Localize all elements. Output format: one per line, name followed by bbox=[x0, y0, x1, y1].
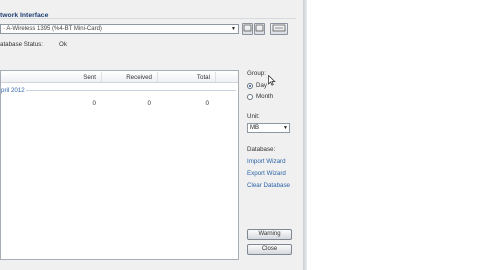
mouse-cursor-icon bbox=[268, 74, 276, 88]
unit-select[interactable]: MB ▼ bbox=[247, 123, 290, 133]
cell-sent: 0 bbox=[92, 100, 96, 107]
window-icon bbox=[255, 24, 264, 32]
database-label: Database: bbox=[247, 146, 276, 153]
group-label: Group: bbox=[247, 70, 266, 77]
column-separator bbox=[101, 72, 102, 82]
window-edge-scrollbar[interactable] bbox=[303, 0, 307, 270]
group-month-radio[interactable] bbox=[247, 94, 253, 100]
group-month-label[interactable]: Month bbox=[256, 93, 273, 100]
chevron-down-icon: ▼ bbox=[231, 26, 236, 32]
column-separator bbox=[215, 72, 216, 82]
clear-database-link[interactable]: Clear Database bbox=[247, 182, 290, 189]
close-button[interactable]: Close bbox=[247, 244, 292, 255]
usage-table: Sent Received Total pril 2012 0 0 0 bbox=[0, 70, 239, 260]
cell-received: 0 bbox=[147, 100, 151, 107]
database-status-label: atabase Status: bbox=[0, 41, 43, 48]
warning-button[interactable]: Warning bbox=[247, 229, 292, 240]
period-group-header[interactable]: pril 2012 bbox=[1, 87, 25, 94]
chevron-down-icon: ▼ bbox=[283, 125, 288, 131]
group-day-label[interactable]: Day bbox=[256, 82, 267, 89]
unit-value: MB bbox=[250, 125, 259, 131]
toolbar-button-2[interactable] bbox=[254, 23, 265, 35]
background-desktop bbox=[306, 0, 480, 270]
unit-label: Unit: bbox=[247, 113, 260, 120]
toolbar-button-1[interactable] bbox=[242, 23, 253, 35]
column-separator bbox=[157, 72, 158, 82]
toolbar-button-3[interactable] bbox=[270, 23, 288, 35]
column-header-received[interactable]: Received bbox=[126, 74, 152, 81]
period-divider bbox=[26, 90, 236, 91]
network-adapter-select[interactable]: · A-Wireless 1395 (%4-BT Mini-Card) ▼ bbox=[0, 24, 239, 34]
database-status-value: Ok bbox=[59, 41, 67, 48]
table-header: Sent Received Total bbox=[1, 71, 238, 83]
export-wizard-link[interactable]: Export Wizard bbox=[247, 170, 286, 177]
network-icon bbox=[272, 24, 286, 32]
network-usage-window: twork Interface · A-Wireless 1395 (%4-BT… bbox=[0, 0, 306, 270]
group-day-radio[interactable] bbox=[247, 83, 253, 89]
column-header-sent[interactable]: Sent bbox=[81, 74, 96, 81]
group-divider bbox=[0, 18, 296, 19]
adapter-value: · A-Wireless 1395 (%4-BT Mini-Card) bbox=[3, 26, 102, 32]
cell-total: 0 bbox=[205, 100, 209, 107]
import-wizard-link[interactable]: Import Wizard bbox=[247, 158, 286, 165]
window-icon bbox=[243, 24, 252, 32]
column-header-total[interactable]: Total bbox=[191, 74, 210, 81]
